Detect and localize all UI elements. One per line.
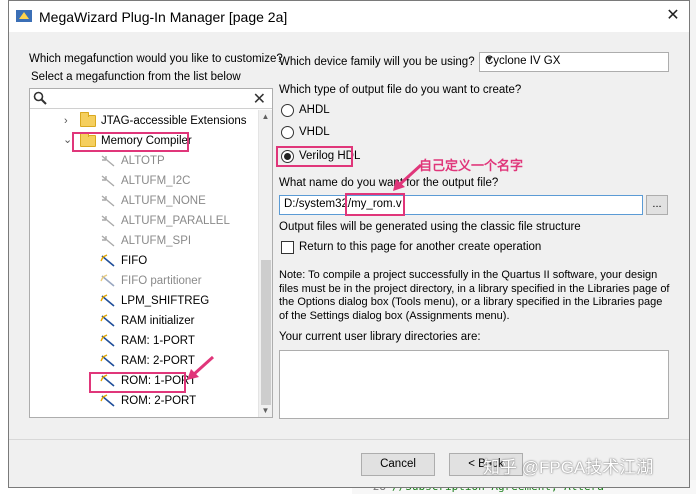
tree-item-altufm-i2c[interactable]: ALTUFM_I2C [100, 171, 190, 191]
highlight-verilog-hdl [276, 146, 353, 167]
chevron-right-icon[interactable]: › [64, 115, 68, 127]
megafunction-icon [100, 294, 115, 307]
tree-item-ram-1-port[interactable]: RAM: 1-PORT [100, 331, 195, 351]
megafunction-icon [101, 195, 115, 207]
tree-item-label: RAM: 2-PORT [121, 355, 195, 367]
window-title: MegaWizard Plug-In Manager [page 2a] [39, 9, 288, 25]
return-to-page-label: Return to this page for another create o… [299, 241, 542, 253]
tree-item-label: LPM_SHIFTREG [121, 295, 210, 307]
tree-item-label: FIFO partitioner [121, 275, 202, 287]
tree-item-fifo[interactable]: FIFO [100, 251, 147, 271]
return-to-page-checkbox[interactable] [281, 241, 294, 254]
compile-note: Note: To compile a project successfully … [279, 269, 671, 323]
highlight-file-name [345, 193, 405, 216]
tree-item-ram-initializer[interactable]: RAM initializer [100, 311, 195, 331]
megafunction-icon [100, 394, 115, 407]
radio-vhdl-label: VHDL [299, 126, 330, 138]
note-line: files must be in the project directory, … [279, 282, 670, 295]
annotation-text: 自己定义一个名字 [419, 158, 524, 173]
scroll-up-arrow-icon[interactable]: ▲ [259, 110, 272, 124]
megafunction-icon [101, 215, 115, 227]
megawizard-dialog: MegaWizard Plug-In Manager [page 2a] ✕ W… [8, 0, 690, 488]
note-line: the Options dialog box (Tools menu), or … [279, 296, 663, 308]
tree-item-fifo-partitioner[interactable]: FIFO partitioner [100, 271, 202, 291]
chevron-down-icon[interactable]: ⌄ [63, 133, 72, 146]
tree-item-label: ALTUFM_NONE [121, 195, 206, 207]
search-icon [33, 91, 47, 105]
megafunction-icon [100, 334, 115, 347]
highlight-memory-compiler [72, 132, 189, 152]
list-scrollbar[interactable]: ▲ ▼ [258, 110, 272, 417]
search-bar[interactable]: ✕ [30, 89, 272, 109]
library-directories-label: Your current user library directories ar… [279, 331, 481, 343]
megafunction-icon [100, 254, 115, 267]
close-button[interactable]: ✕ [661, 5, 685, 27]
classic-structure-note: Output files will be generated using the… [279, 221, 581, 233]
tree-item-label: ALTOTP [121, 155, 165, 167]
cancel-button[interactable]: Cancel [361, 453, 435, 476]
clear-search-icon[interactable]: ✕ [253, 89, 266, 109]
tree-item-altufm-parallel[interactable]: ALTUFM_PARALLEL [100, 211, 230, 231]
watermark-text: 知乎 @FPGA技术江湖 [483, 458, 654, 477]
tree-item-label: ALTUFM_SPI [121, 235, 192, 247]
scroll-down-arrow-icon[interactable]: ▼ [259, 404, 272, 417]
annotation-arrow-icon [393, 163, 423, 191]
device-family-select[interactable]: Cyclone IV GX ▼ [479, 52, 669, 72]
tree-item-label: FIFO [121, 255, 148, 267]
megafunction-icon [101, 175, 115, 187]
scroll-thumb[interactable] [261, 260, 271, 405]
megafunction-question: Which megafunction would you like to cus… [29, 53, 283, 65]
megafunction-icon [100, 314, 115, 327]
output-type-label: Which type of output file do you want to… [279, 84, 522, 96]
tree-item-altufm-spi[interactable]: ALTUFM_SPI [100, 231, 191, 251]
tree-item-label: JTAG-accessible Extensions [101, 115, 247, 127]
tree-item-altufm-none[interactable]: ALTUFM_NONE [100, 191, 206, 211]
browse-button[interactable]: ... [646, 195, 668, 215]
library-directories-list[interactable] [279, 350, 669, 419]
tree-item-label: ROM: 2-PORT [121, 395, 197, 407]
title-bar: MegaWizard Plug-In Manager [page 2a] ✕ [9, 1, 689, 32]
tree-item-rom-2-port[interactable]: ROM: 2-PORT [100, 391, 196, 411]
output-file-name-input[interactable]: D:/system32/my_rom.v [279, 195, 643, 215]
tree-item-lpm-shiftreg[interactable]: LPM_SHIFTREG [100, 291, 209, 311]
megafunction-icon [101, 155, 115, 167]
device-family-label: Which device family will you be using? [279, 56, 475, 68]
annotation-arrow-icon [187, 355, 215, 380]
footer-divider [9, 439, 689, 440]
megafunction-icon [100, 354, 115, 367]
megafunction-icon [100, 274, 115, 287]
radio-vhdl[interactable] [281, 126, 294, 139]
dropdown-arrow-icon: ▼ [485, 54, 494, 64]
note-line: Note: To compile a project successfully … [279, 269, 658, 281]
tree-folder-jtag[interactable]: JTAG-accessible Extensions [80, 111, 247, 131]
tree-item-ram-2-port[interactable]: RAM: 2-PORT [100, 351, 195, 371]
tree-item-label: RAM initializer [121, 315, 195, 327]
folder-icon [80, 111, 96, 127]
tree-item-altotp[interactable]: ALTOTP [100, 151, 165, 171]
tree-item-label: ALTUFM_PARALLEL [121, 215, 230, 227]
megafunction-instruction: Select a megafunction from the list belo… [31, 71, 241, 83]
radio-ahdl[interactable] [281, 104, 294, 117]
tree-item-label: RAM: 1-PORT [121, 335, 195, 347]
wizard-app-icon [16, 10, 32, 22]
tree-item-label: ALTUFM_I2C [121, 175, 191, 187]
megafunction-icon [101, 235, 115, 247]
highlight-rom-1-port [89, 372, 186, 393]
note-line: of the Settings dialog box (Assignments … [279, 309, 510, 322]
radio-ahdl-label: AHDL [299, 104, 330, 116]
